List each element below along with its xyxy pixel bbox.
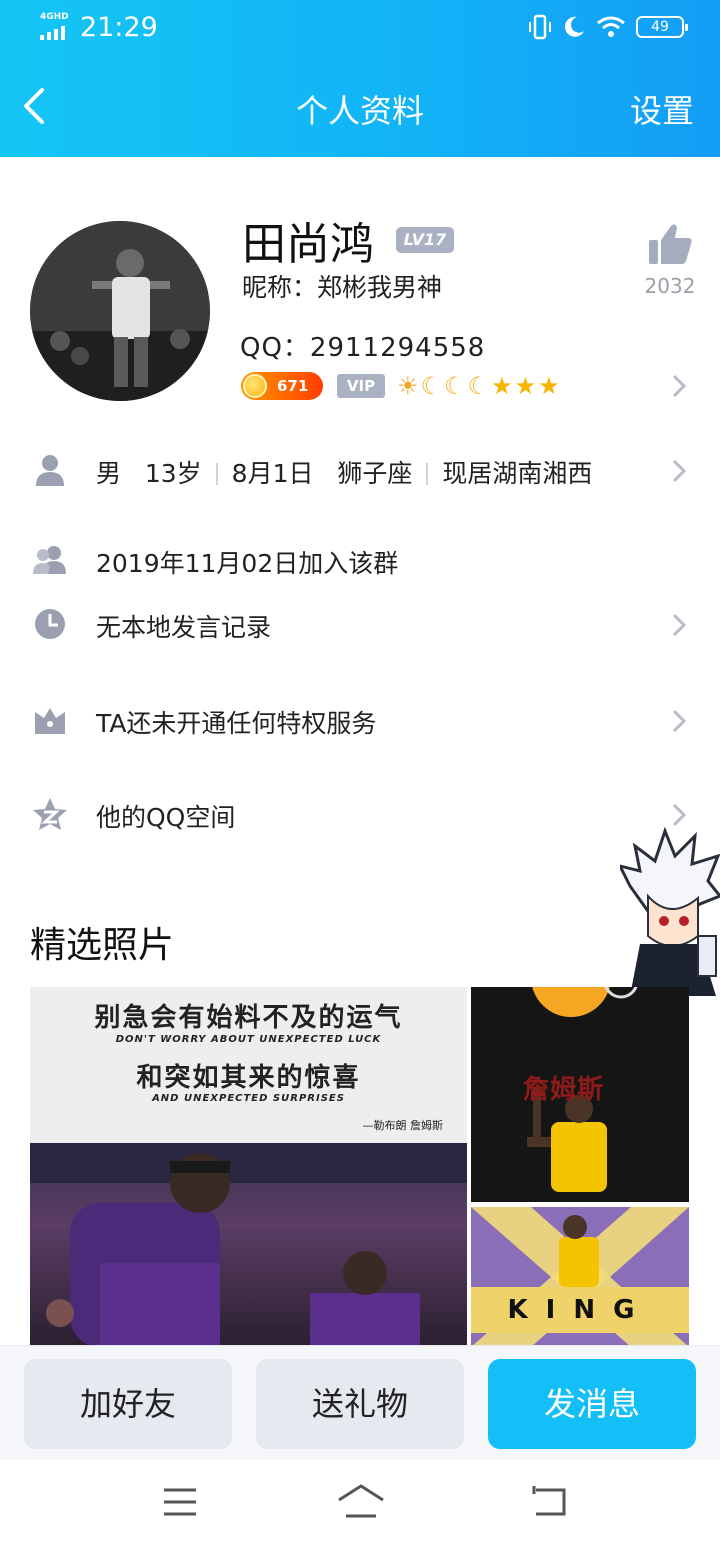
header: 4GHD 21:29 49 个人资料 设置 (0, 0, 720, 157)
network-type: 4GHD (40, 12, 69, 22)
signal-icon: 4GHD (38, 12, 72, 42)
qzone-star-icon (33, 798, 67, 830)
coin-value: 671 (277, 377, 309, 395)
basic-info-row[interactable]: 男 13岁 8月1日 狮子座 现居湖南湘西 (0, 442, 720, 502)
photo-3-text: KING (507, 1295, 653, 1325)
add-friend-button[interactable]: 加好友 (24, 1359, 232, 1449)
qq-number: QQ：2911294558 (240, 333, 486, 363)
privilege-text: TA还未开通任何特权服务 (96, 709, 377, 738)
chevron-right-icon (672, 459, 687, 483)
chevron-right-icon (672, 613, 687, 637)
chevron-right-icon (672, 709, 687, 733)
vip-badge: VIP (337, 374, 385, 398)
clock-icon (35, 609, 65, 639)
age: 13岁 (144, 459, 202, 488)
like-button[interactable]: 2032 (640, 222, 700, 298)
divider (215, 463, 218, 485)
quote-credit: —勒布朗 詹姆斯 (362, 1119, 444, 1132)
speech-record-row[interactable]: 无本地发言记录 (0, 596, 720, 656)
coin-icon (243, 374, 267, 398)
group-icon (33, 546, 66, 574)
moon-icon (564, 16, 584, 37)
quote-line-4: AND UNEXPECTED SURPRISES (152, 1093, 345, 1104)
sun-icon: ☀ (397, 372, 419, 400)
send-message-button[interactable]: 发消息 (488, 1359, 696, 1449)
vibrate-icon (529, 14, 551, 40)
quote-line-2: DON'T WORRY ABOUT UNEXPECTED LUCK (115, 1034, 382, 1045)
quote-line-1: 别急会有始料不及的运气 (94, 1003, 403, 1033)
featured-photo-3[interactable]: KING (471, 1207, 689, 1347)
qq-level-icons: ☀ ☾ ☾ ☾ ★ ★ ★ (397, 372, 560, 400)
system-nav-bar (0, 1460, 720, 1544)
speech-record-text: 无本地发言记录 (96, 613, 272, 642)
star-icon: ★ (491, 372, 513, 400)
nickname: 昵称：郑彬我男神 (242, 273, 443, 302)
quote-line-3: 和突如其来的惊喜 (136, 1063, 361, 1093)
moon-icon: ☾ (467, 372, 490, 400)
send-gift-button[interactable]: 送礼物 (256, 1359, 464, 1449)
moon-icon: ☾ (420, 372, 443, 400)
settings-button[interactable]: 设置 (630, 86, 694, 132)
divider (426, 463, 429, 485)
chevron-right-icon[interactable] (670, 373, 688, 399)
zodiac: 狮子座 (337, 459, 413, 488)
floating-mascot-icon[interactable] (620, 826, 720, 1006)
status-bar: 4GHD 21:29 49 (0, 0, 720, 60)
level-badge: LV17 (396, 227, 454, 253)
qzone-row[interactable]: 他的QQ空间 (0, 786, 720, 846)
chevron-right-icon (672, 803, 687, 827)
join-group-text: 2019年11月02日加入该群 (96, 549, 399, 578)
join-group-row: 2019年11月02日加入该群 (0, 532, 720, 592)
featured-photo-main[interactable]: 别急会有始料不及的运气 DON'T WORRY ABOUT UNEXPECTED… (30, 987, 467, 1347)
menu-icon[interactable] (162, 1482, 198, 1522)
thumbs-up-icon (649, 224, 692, 264)
photo-2-text: 詹姆斯 (523, 1075, 605, 1105)
page-title: 个人资料 (295, 92, 424, 130)
moon-icon: ☾ (444, 372, 466, 400)
featured-photo-2[interactable]: 詹姆斯 (471, 987, 689, 1202)
quote-panel: 别急会有始料不及的运气 DON'T WORRY ABOUT UNEXPECTED… (30, 987, 467, 1143)
featured-photos-title: 精选照片 (30, 925, 175, 966)
basic-info-text: 男 13岁 8月1日 狮子座 现居湖南湘西 (96, 454, 592, 490)
status-icons: 49 (528, 14, 688, 40)
badge-row[interactable]: 671 VIP ☀ ☾ ☾ ☾ ★ ★ ★ (241, 372, 560, 400)
action-bar: 加好友 送礼物 发消息 (0, 1345, 720, 1460)
court-photo (30, 1143, 467, 1347)
coin-badge: 671 (241, 372, 323, 400)
birthday: 8月1日 (231, 459, 314, 488)
home-icon[interactable] (336, 1482, 386, 1522)
privilege-row[interactable]: TA还未开通任何特权服务 (0, 692, 720, 752)
status-time: 21:29 (80, 12, 158, 43)
battery-icon: 49 (636, 16, 688, 38)
star-icon: ★ (538, 372, 560, 400)
wifi-icon (597, 16, 625, 37)
qzone-text: 他的QQ空间 (96, 803, 236, 832)
location: 现居湖南湘西 (442, 459, 593, 488)
person-icon (36, 455, 64, 486)
like-count: 2032 (644, 274, 696, 298)
gender: 男 (96, 459, 122, 488)
star-icon: ★ (514, 372, 537, 400)
crown-icon (35, 708, 65, 734)
avatar[interactable] (30, 221, 210, 401)
profile-name: 田尚鸿 (242, 219, 374, 270)
back-nav-icon[interactable] (530, 1482, 570, 1522)
